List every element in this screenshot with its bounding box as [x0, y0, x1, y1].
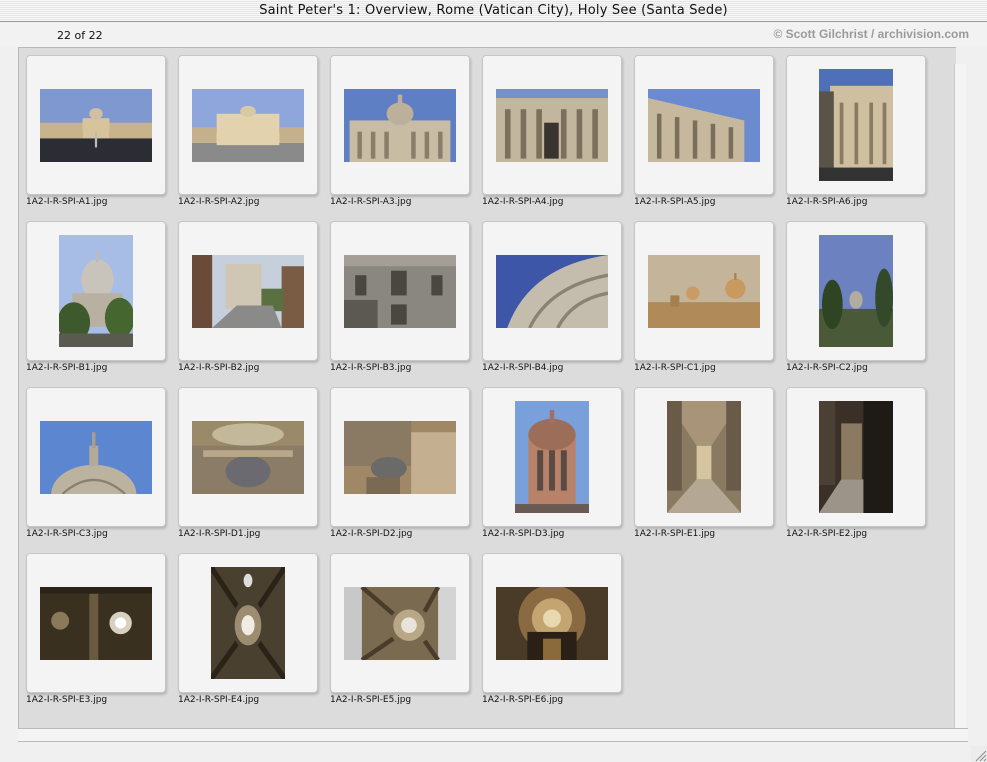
- info-bar: 22 of 22 © Scott Gilchrist / archivision…: [0, 23, 987, 47]
- slide-thumbnail[interactable]: [178, 387, 318, 527]
- slide-image: [496, 254, 608, 328]
- slide-filename: 1A2-I-R-SPI-B2.jpg: [178, 363, 260, 373]
- slide-thumbnail[interactable]: [330, 553, 470, 693]
- slide-image: [344, 254, 456, 328]
- slide-filename: 1A2-I-R-SPI-C3.jpg: [26, 529, 108, 539]
- slide-thumbnail[interactable]: [786, 387, 926, 527]
- slide-thumbnail[interactable]: [482, 553, 622, 693]
- slide-thumbnail[interactable]: [482, 221, 622, 361]
- slide-thumbnail[interactable]: [26, 55, 166, 195]
- slide-filename: 1A2-I-R-SPI-A4.jpg: [482, 197, 564, 207]
- slide-filename: 1A2-I-R-SPI-A6.jpg: [786, 197, 868, 207]
- slide-thumbnail[interactable]: [330, 387, 470, 527]
- slide-filename: 1A2-I-R-SPI-A5.jpg: [634, 197, 716, 207]
- slide-filename: 1A2-I-R-SPI-E5.jpg: [330, 695, 412, 705]
- slide-filename: 1A2-I-R-SPI-A3.jpg: [330, 197, 412, 207]
- image-counter: 22 of 22: [57, 29, 103, 42]
- slide-thumbnail[interactable]: [330, 55, 470, 195]
- slide-thumbnail[interactable]: [786, 221, 926, 361]
- slide-image: [192, 254, 304, 328]
- slide-image: [496, 586, 608, 660]
- slide-filename: 1A2-I-R-SPI-D3.jpg: [482, 529, 565, 539]
- slide-thumbnail[interactable]: [178, 55, 318, 195]
- slide-filename: 1A2-I-R-SPI-E6.jpg: [482, 695, 564, 705]
- slide-thumbnail[interactable]: [178, 553, 318, 693]
- slide-thumbnail[interactable]: [634, 387, 774, 527]
- slide-thumbnail[interactable]: [26, 553, 166, 693]
- slide-thumbnail[interactable]: [330, 221, 470, 361]
- slide-image: [344, 88, 456, 162]
- slide-filename: 1A2-I-R-SPI-A1.jpg: [26, 197, 108, 207]
- slide-grid-panel: 1A2-I-R-SPI-A1.jpg 1A2-I-R-SPI-A2.jpg 1A2-…: [18, 47, 956, 728]
- horizontal-scrollbar[interactable]: [18, 728, 968, 742]
- slide-image: [344, 420, 456, 494]
- slide-filename: 1A2-I-R-SPI-B4.jpg: [482, 363, 564, 373]
- slide-image: [40, 420, 152, 494]
- slide-filename: 1A2-I-R-SPI-E3.jpg: [26, 695, 108, 705]
- slide-image: [192, 88, 304, 162]
- slide-image: [192, 420, 304, 494]
- slide-grid: 1A2-I-R-SPI-A1.jpg 1A2-I-R-SPI-A2.jpg 1A2-…: [19, 48, 956, 728]
- slide-image: [40, 88, 152, 162]
- slide-filename: 1A2-I-R-SPI-C2.jpg: [786, 363, 868, 373]
- slide-filename: 1A2-I-R-SPI-E4.jpg: [178, 695, 260, 705]
- slide-image: [648, 254, 760, 328]
- vertical-scrollbar[interactable]: [954, 64, 966, 728]
- slide-filename: 1A2-I-R-SPI-C1.jpg: [634, 363, 716, 373]
- slide-image: [40, 586, 152, 660]
- slide-image: [59, 235, 133, 347]
- slide-image: [515, 401, 589, 513]
- resize-grip-icon: [975, 750, 987, 762]
- slide-image: [496, 88, 608, 162]
- slide-image: [667, 401, 741, 513]
- slide-thumbnail[interactable]: [482, 55, 622, 195]
- slide-thumbnail[interactable]: [786, 55, 926, 195]
- copyright-notice: © Scott Gilchrist / archivision.com: [773, 27, 969, 41]
- slide-thumbnail[interactable]: [482, 387, 622, 527]
- slide-thumbnail[interactable]: [26, 387, 166, 527]
- slide-thumbnail[interactable]: [634, 221, 774, 361]
- slide-image: [819, 69, 893, 181]
- slide-thumbnail[interactable]: [634, 55, 774, 195]
- slide-filename: 1A2-I-R-SPI-B1.jpg: [26, 363, 108, 373]
- slide-filename: 1A2-I-R-SPI-A2.jpg: [178, 197, 260, 207]
- slide-image: [819, 401, 893, 513]
- slide-filename: 1A2-I-R-SPI-D2.jpg: [330, 529, 413, 539]
- slide-thumbnail[interactable]: [26, 221, 166, 361]
- slide-image: [819, 235, 893, 347]
- resize-handle[interactable]: [971, 746, 987, 762]
- slide-image: [648, 88, 760, 162]
- slide-filename: 1A2-I-R-SPI-D1.jpg: [178, 529, 261, 539]
- slide-filename: 1A2-I-R-SPI-B3.jpg: [330, 363, 412, 373]
- slide-thumbnail[interactable]: [178, 221, 318, 361]
- slide-image: [344, 586, 456, 660]
- window-titlebar[interactable]: Saint Peter's 1: Overview, Rome (Vatican…: [0, 0, 987, 22]
- slide-filename: 1A2-I-R-SPI-E2.jpg: [786, 529, 868, 539]
- window-title: Saint Peter's 1: Overview, Rome (Vatican…: [259, 3, 728, 18]
- slide-image: [211, 567, 285, 679]
- slide-filename: 1A2-I-R-SPI-E1.jpg: [634, 529, 716, 539]
